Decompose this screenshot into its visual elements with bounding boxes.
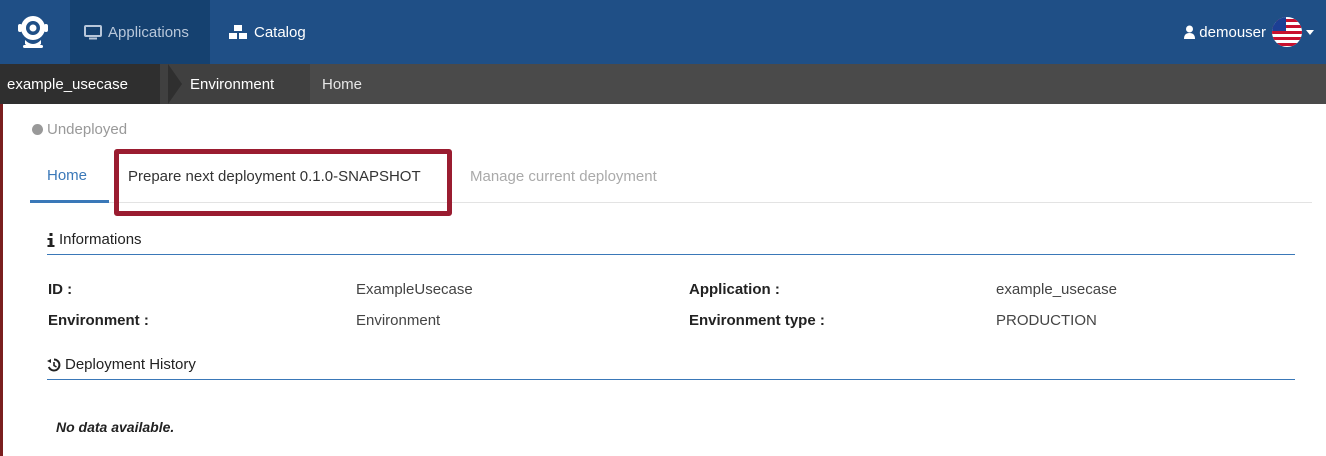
nav-applications[interactable]: Applications xyxy=(70,0,210,64)
left-border xyxy=(0,104,3,456)
highlight-annotation xyxy=(114,149,452,216)
chevron-down-icon[interactable] xyxy=(1306,29,1314,35)
deployment-history-title: Deployment History xyxy=(65,356,196,373)
field-value-id: ExampleUsecase xyxy=(356,281,473,298)
user-menu[interactable]: demouser xyxy=(1184,0,1314,64)
status-dot-icon xyxy=(32,124,43,135)
us-flag-icon[interactable] xyxy=(1272,17,1302,47)
nav-applications-label: Applications xyxy=(108,23,189,41)
monitor-icon xyxy=(84,24,102,39)
info-icon xyxy=(47,232,55,247)
nav-catalog-label: Catalog xyxy=(254,23,306,41)
user-icon xyxy=(1184,25,1196,39)
cubes-icon xyxy=(229,25,247,39)
nav-catalog[interactable]: Catalog xyxy=(214,0,306,64)
field-value-environment-type: PRODUCTION xyxy=(996,312,1097,329)
top-navbar: Applications Catalog demouser xyxy=(0,0,1326,64)
breadcrumb-separator xyxy=(296,64,310,104)
breadcrumb-item-environment[interactable]: Environment xyxy=(160,64,310,104)
breadcrumb-item-application[interactable]: example_usecase xyxy=(0,64,168,104)
breadcrumb: example_usecase Environment Home xyxy=(0,64,1326,104)
deployment-history-header: Deployment History xyxy=(47,352,1295,380)
status-label: Undeployed xyxy=(47,121,128,138)
informations-header: Informations xyxy=(47,227,1295,255)
deployment-status: Undeployed xyxy=(32,121,127,138)
field-value-environment: Environment xyxy=(356,312,441,329)
breadcrumb-separator xyxy=(168,64,182,104)
field-label-application: Application : xyxy=(689,281,780,298)
field-value-application: example_usecase xyxy=(996,281,1117,298)
username: demouser xyxy=(1199,23,1266,41)
informations-title: Informations xyxy=(59,231,142,248)
field-label-environment-type: Environment type : xyxy=(689,312,825,329)
empty-state-message: No data available. xyxy=(56,419,175,435)
history-icon xyxy=(47,358,61,371)
brand-logo-icon[interactable] xyxy=(14,12,52,52)
field-label-id: ID : xyxy=(48,281,73,298)
tab-manage-deployment[interactable]: Manage current deployment xyxy=(470,150,657,203)
tab-home[interactable]: Home xyxy=(30,150,109,203)
field-label-environment: Environment : xyxy=(48,312,149,329)
